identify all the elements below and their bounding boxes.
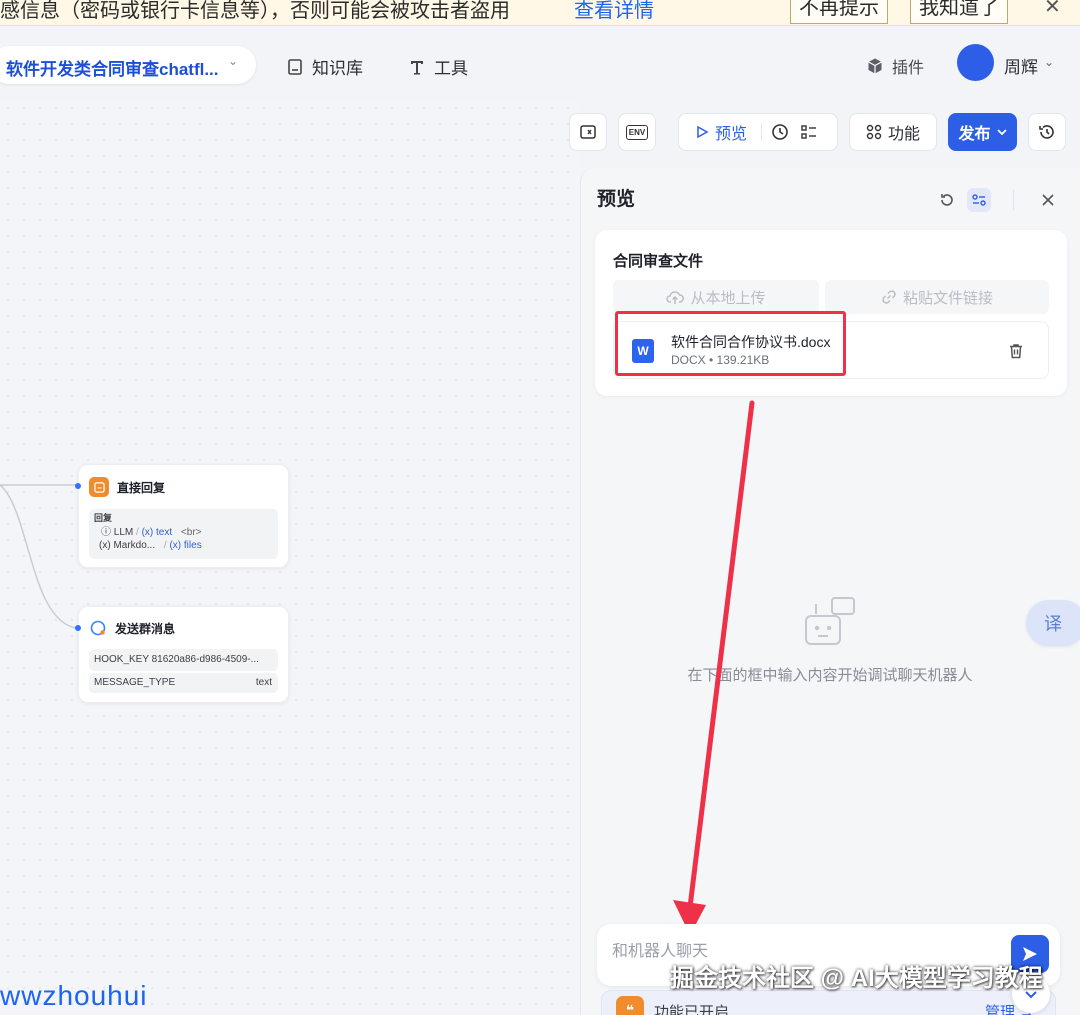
- variables-toggle-icon[interactable]: [967, 188, 991, 212]
- user-chevron-icon[interactable]: ⌄: [1044, 55, 1054, 69]
- features-label: 功能: [887, 126, 920, 143]
- hook-key-value: 81620a86-d986-4509-...: [151, 654, 259, 665]
- highlight-annotation-box: [615, 311, 846, 376]
- message-type-label: MESSAGE_TYPE: [94, 677, 176, 688]
- features-enabled-bar: ❝ 功能已开启 管理 →: [601, 990, 1056, 1015]
- workflow-canvas[interactable]: 直接回复 回复 ⓘ LLM / (x) text <br> (x) Markdo…: [0, 100, 580, 1015]
- user-name[interactable]: 周辉: [1004, 53, 1038, 78]
- features-enabled-text: 功能已开启: [654, 1004, 730, 1015]
- banner-close-icon[interactable]: ✕: [1044, 0, 1061, 19]
- var-markdown-tag: (x) Markdo...: [99, 540, 156, 551]
- plugin-label: 插件: [892, 60, 925, 77]
- preview-button[interactable]: 预览: [695, 120, 747, 144]
- preview-panel: 预览 合同审查文件 从本地上传 粘贴文件链接 W 软件合同合作协议书.docx …: [580, 168, 1080, 1015]
- file-input-label: 合同审查文件: [613, 253, 704, 270]
- nav-tools-label: 工具: [434, 59, 468, 78]
- app-title: 软件开发类合同审查chatfl...: [6, 60, 219, 79]
- publish-label: 发布: [958, 126, 991, 143]
- banner-text: 感信息（密码或银行卡信息等），否则可能会被攻击者盗用: [0, 0, 510, 22]
- plugin-button[interactable]: 插件: [866, 54, 924, 78]
- dont-show-again-button[interactable]: 不再提示: [790, 0, 888, 24]
- quote-icon: ❝: [616, 996, 644, 1015]
- var-files-tag: (x) files: [169, 540, 202, 551]
- book-icon: [288, 58, 302, 75]
- node-direct-reply[interactable]: 直接回复 回复 ⓘ LLM / (x) text <br> (x) Markdo…: [75, 464, 289, 568]
- publish-button[interactable]: 发布: [948, 113, 1017, 151]
- chevron-down-icon: ⌄: [228, 54, 239, 68]
- author-watermark: wwzhouhui: [0, 980, 148, 1011]
- upload-local-button[interactable]: 从本地上传: [613, 280, 819, 314]
- paste-link-label: 粘贴文件链接: [902, 289, 993, 307]
- close-icon[interactable]: [1036, 188, 1060, 212]
- restart-icon[interactable]: [935, 188, 959, 212]
- env-button[interactable]: ENV: [618, 113, 656, 151]
- got-it-button[interactable]: 我知道了: [910, 0, 1008, 24]
- node-title: 发送群消息: [115, 621, 176, 636]
- node-message-type-row: MESSAGE_TYPE text: [89, 673, 278, 693]
- node-hook-key-row: HOOK_KEY 81620a86-d986-4509-...: [89, 649, 278, 671]
- hook-key-label: HOOK_KEY: [94, 654, 149, 665]
- trash-icon[interactable]: [1007, 342, 1025, 360]
- toggle-panel-button[interactable]: [569, 113, 607, 151]
- node-input-port[interactable]: [75, 483, 81, 489]
- chat-bubble-icon: [90, 620, 106, 636]
- message-type-value: text: [255, 677, 272, 688]
- preview-label: 预览: [715, 126, 748, 143]
- checklist-icon[interactable]: [800, 123, 818, 141]
- llm-tag: LLM: [113, 527, 134, 538]
- banner-details-link[interactable]: 查看详情: [574, 0, 654, 23]
- site-watermark: 掘金技术社区 @ AI大模型学习教程: [670, 965, 1043, 992]
- nav-tools[interactable]: 工具: [408, 54, 468, 79]
- node-send-group-message[interactable]: 发送群消息 HOOK_KEY 81620a86-d986-4509-... ME…: [75, 606, 289, 703]
- node-reply-body: 回复 ⓘ LLM / (x) text <br> (x) Markdo... /…: [89, 509, 278, 559]
- app-selector[interactable]: 软件开发类合同审查chatfl... ⌄: [0, 46, 256, 84]
- panel-title: 预览: [597, 189, 636, 210]
- paste-link-button[interactable]: 粘贴文件链接: [825, 280, 1049, 314]
- chatbot-icon: [805, 597, 855, 645]
- empty-state-text: 在下面的框中输入内容开始调试聊天机器人: [687, 667, 973, 684]
- preview-group: 预览: [678, 113, 838, 151]
- chevron-down-icon: [996, 129, 1007, 136]
- version-history-button[interactable]: [1028, 113, 1066, 151]
- link-icon: [882, 290, 896, 304]
- avatar[interactable]: [957, 44, 994, 81]
- node-title: 直接回复: [117, 480, 166, 495]
- env-icon: ENV: [625, 124, 649, 140]
- cube-icon: [868, 58, 882, 74]
- br-tag: <br>: [180, 527, 202, 538]
- tool-icon: [411, 60, 423, 74]
- history-icon: [1039, 125, 1054, 139]
- node-input-port[interactable]: [75, 625, 81, 631]
- reply-icon: [89, 477, 109, 497]
- nav-knowledge-base[interactable]: 知识库: [286, 54, 363, 79]
- divider: [761, 123, 763, 141]
- nav-knowledge-label: 知识库: [312, 59, 363, 78]
- top-header: 软件开发类合同审查chatfl... ⌄ 知识库 工具 插件 周辉 ⌄: [0, 26, 1080, 100]
- annotation-arrow: [673, 400, 755, 935]
- play-icon: [697, 125, 709, 139]
- cloud-upload-icon: [666, 291, 685, 304]
- security-banner: 感信息（密码或银行卡信息等），否则可能会被攻击者盗用 查看详情 不再提示 我知道…: [0, 0, 1080, 26]
- llm-icon: ⓘ: [101, 527, 111, 538]
- divider: [1013, 190, 1014, 210]
- upload-local-label: 从本地上传: [690, 289, 766, 307]
- features-button[interactable]: 功能: [849, 113, 937, 151]
- var-text-tag: (x) text: [141, 527, 173, 538]
- translate-button[interactable]: 译: [1026, 600, 1080, 646]
- run-history-icon[interactable]: [770, 122, 790, 142]
- panel-toggle-icon: [580, 125, 596, 139]
- grid-icon: [866, 124, 882, 140]
